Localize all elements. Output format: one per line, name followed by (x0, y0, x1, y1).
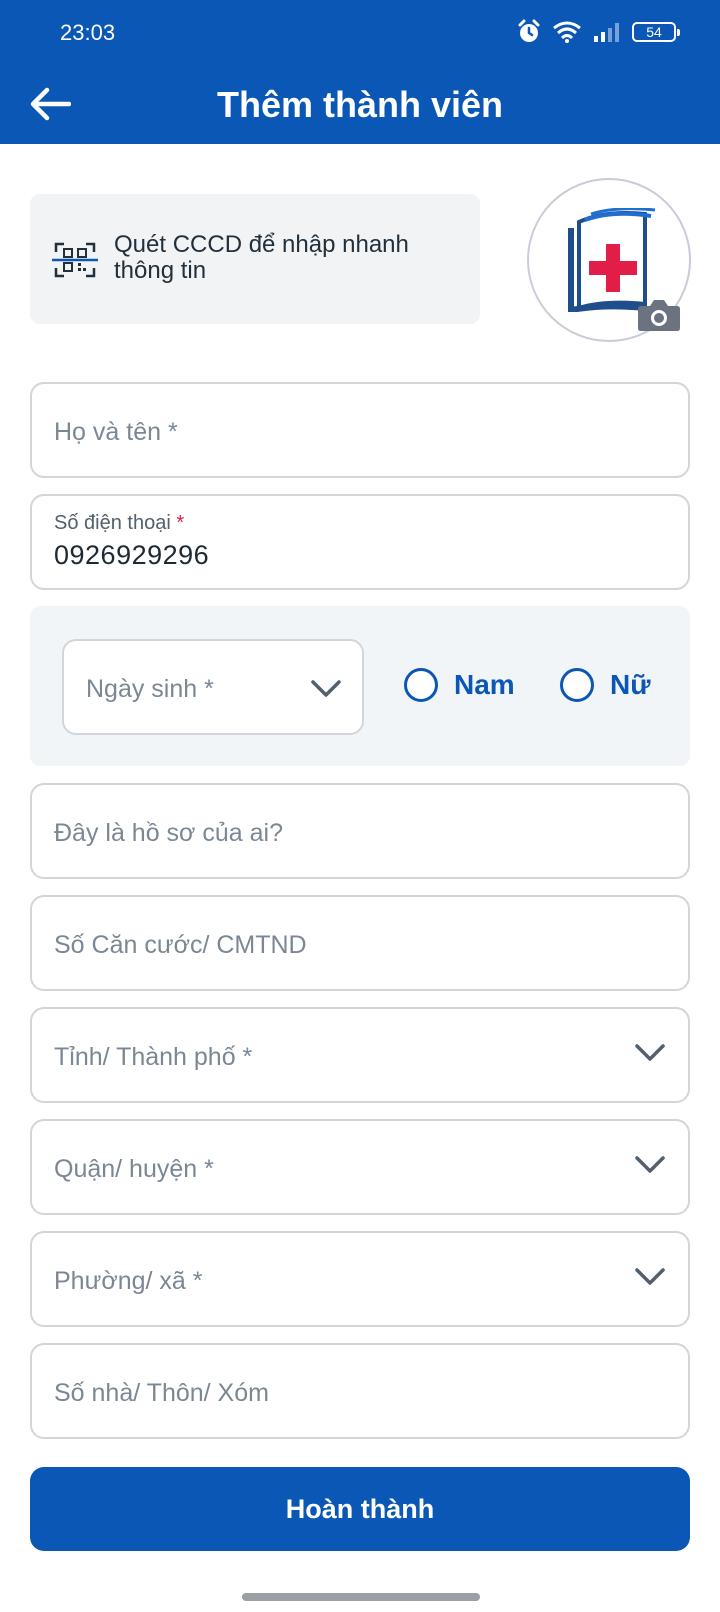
app-bar: Thêm thành viên (0, 66, 720, 144)
district-select[interactable]: Quận/ huyện * (30, 1119, 690, 1215)
province-select[interactable]: Tỉnh/ Thành phố * (30, 1007, 690, 1103)
required-mark: * (176, 512, 185, 534)
wifi-icon (553, 21, 581, 43)
relation-input[interactable]: Đây là hồ sơ của ai? (30, 783, 690, 879)
phone-input[interactable]: Số điện thoại * 0926929296 (30, 494, 690, 590)
full-name-input[interactable]: Họ và tên * (30, 382, 690, 478)
gender-female-radio[interactable]: Nữ (560, 668, 651, 702)
dob-placeholder: Ngày sinh * (86, 675, 214, 703)
scan-label: Quét CCCD để nhập nhanh thông tin (114, 231, 409, 284)
gender-female-label: Nữ (610, 669, 651, 700)
dob-gender-section: Ngày sinh * Nam Nữ (30, 606, 690, 766)
submit-button[interactable]: Hoàn thành (30, 1467, 690, 1551)
address-placeholder: Số nhà/ Thôn/ Xóm (54, 1379, 269, 1407)
province-placeholder: Tỉnh/ Thành phố * (54, 1043, 253, 1071)
signal-icon (594, 23, 619, 42)
home-indicator[interactable] (242, 1593, 480, 1601)
id-number-input[interactable]: Số Căn cước/ CMTND (30, 895, 690, 991)
phone-label: Số điện thoại * (54, 512, 184, 535)
relation-placeholder: Đây là hồ sơ của ai? (54, 819, 284, 847)
header: 23:03 54 Thêm thành viên (0, 0, 720, 144)
qr-scan-icon (52, 242, 98, 278)
chevron-down-icon (635, 1044, 665, 1061)
ward-select[interactable]: Phường/ xã * (30, 1231, 690, 1327)
page-title: Thêm thành viên (216, 84, 504, 125)
phone-label-text: Số điện thoại (54, 512, 171, 534)
alarm-icon (518, 19, 540, 42)
address-input[interactable]: Số nhà/ Thôn/ Xóm (30, 1343, 690, 1439)
district-placeholder: Quận/ huyện * (54, 1155, 214, 1183)
camera-icon[interactable] (637, 298, 681, 332)
avatar-upload[interactable] (527, 178, 691, 342)
id-number-placeholder: Số Căn cước/ CMTND (54, 931, 307, 959)
status-bar: 23:03 54 (0, 0, 720, 66)
chevron-down-icon (311, 680, 341, 697)
gender-male-radio[interactable]: Nam (404, 668, 515, 702)
radio-circle (404, 668, 438, 702)
medical-book-logo (568, 208, 656, 312)
chevron-down-icon (635, 1156, 665, 1173)
dob-select[interactable]: Ngày sinh * (62, 639, 364, 735)
full-name-placeholder: Họ và tên * (54, 418, 178, 446)
scan-id-button[interactable]: Quét CCCD để nhập nhanh thông tin (30, 194, 480, 324)
battery-icon: 54 (632, 22, 680, 42)
ward-placeholder: Phường/ xã * (54, 1267, 203, 1295)
radio-circle (560, 668, 594, 702)
status-icons: 54 (516, 18, 680, 46)
status-time: 23:03 (60, 20, 116, 45)
chevron-down-icon (635, 1268, 665, 1285)
phone-value: 0926929296 (54, 540, 210, 570)
gender-male-label: Nam (454, 669, 515, 700)
